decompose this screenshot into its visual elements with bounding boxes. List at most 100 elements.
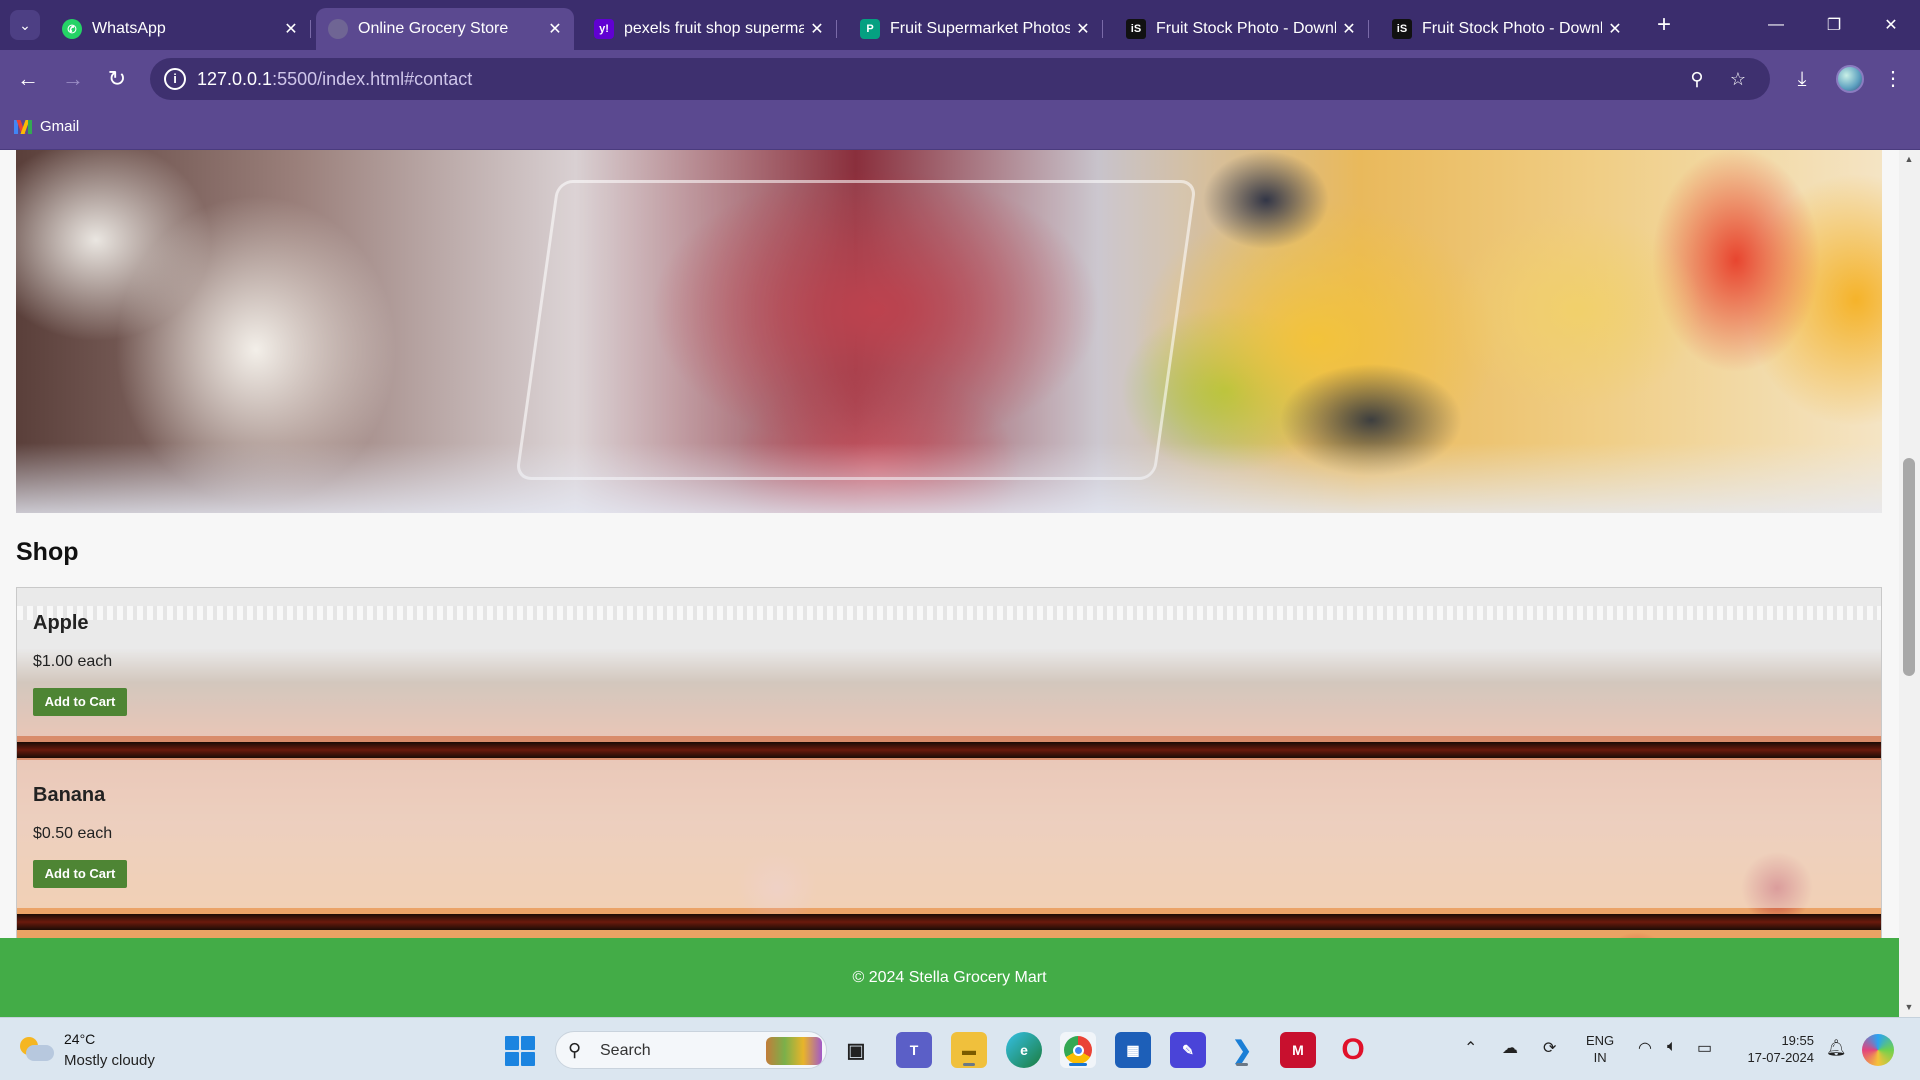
url-path: :5500/index.html#contact [272,69,473,89]
product-price: $0.50 each [33,825,113,842]
notification-bell-icon[interactable]: 🔔︎ [1826,1038,1846,1058]
tab-search-button[interactable]: ⌄ [10,10,40,40]
pexels-icon: P [860,19,880,39]
tab-title: Fruit Stock Photo - Downlo [1422,20,1602,37]
search-highlight-image [766,1037,822,1065]
close-icon: ✕ [1884,17,1898,34]
menu-icon[interactable]: ⋮ [1878,64,1908,94]
close-icon[interactable]: ✕ [1070,19,1096,39]
clock-time: 19:55 [1781,1033,1814,1048]
restore-icon: ❐ [1826,17,1842,34]
yahoo-icon: y! [594,19,614,39]
wifi-icon[interactable]: ◠ [1638,1038,1652,1058]
pen-app-icon[interactable]: ✎ [1170,1032,1206,1068]
region-code: IN [1593,1050,1607,1065]
bookmark-star-icon[interactable]: ☆ [1725,66,1751,92]
file-explorer-icon[interactable]: ▬ [951,1032,987,1068]
site-info-icon[interactable]: i [164,68,186,90]
istock-icon: iS [1392,19,1412,39]
tab-title: pexels fruit shop superma [624,20,804,37]
onedrive-icon[interactable]: ☁ [1502,1038,1518,1058]
weather-cloudy-icon[interactable] [20,1035,54,1063]
taskbar-search[interactable]: ⚲ Search [555,1031,827,1069]
add-to-cart-button[interactable]: Add to Cart [33,688,127,716]
tab-whatsapp[interactable]: ✆ WhatsApp ✕ [50,8,311,50]
tab-title: Fruit Supermarket Photos, I [890,20,1070,37]
url-text[interactable]: 127.0.0.1:5500/index.html#contact [197,69,472,90]
close-icon[interactable]: ✕ [804,19,830,39]
scroll-up-arrow-icon[interactable]: ▲ [1904,154,1914,164]
plus-icon: + [1656,11,1671,38]
add-to-cart-button[interactable]: Add to Cart [33,860,127,888]
minimize-button[interactable]: — [1747,0,1805,50]
zoom-icon[interactable]: ⚲ [1684,66,1710,92]
new-tab-button[interactable]: + [1650,10,1678,40]
chevron-up-icon[interactable]: ⌃ [1464,1038,1477,1058]
close-window-button[interactable]: ✕ [1862,0,1920,50]
page-footer: © 2024 Stella Grocery Mart [0,938,1899,1017]
clock[interactable]: 19:55 17-07-2024 [1718,1032,1815,1066]
scrollbar-thumb[interactable] [1903,458,1915,676]
microsoft-store-icon[interactable]: ▦ [1115,1032,1151,1068]
edge-icon[interactable]: e [1006,1032,1042,1068]
opera-icon[interactable]: O [1335,1032,1371,1068]
scroll-down-arrow-icon[interactable]: ▼ [1904,1002,1914,1012]
profile-avatar[interactable] [1836,65,1864,93]
istock-icon: iS [1126,19,1146,39]
chevron-down-icon: ⌄ [19,16,31,33]
chrome-icon[interactable] [1060,1032,1096,1068]
url-host: 127.0.0.1 [197,69,273,89]
language-code: ENG [1586,1033,1615,1048]
restore-button[interactable]: ❐ [1805,0,1863,50]
teams-icon[interactable]: T [896,1032,932,1068]
product-card-banana: Banana $0.50 each Add to Cart [17,760,1881,908]
tab-title: WhatsApp [92,20,166,37]
weather-condition[interactable]: Mostly cloudy [64,1052,155,1069]
bookmark-gmail[interactable]: Gmail [14,118,79,135]
reload-button[interactable]: ↻ [102,64,132,94]
start-button[interactable] [505,1036,535,1066]
task-view-icon[interactable]: ▣ [838,1032,874,1068]
reload-icon: ↻ [107,66,127,91]
battery-icon[interactable]: ▭ [1697,1038,1712,1058]
tab-fruit-stock-1[interactable]: iS Fruit Stock Photo - Downlo ✕ [1114,8,1369,50]
whatsapp-icon: ✆ [62,19,82,39]
bookmarks-bar: Gmail [0,108,1920,150]
tab-online-grocery-store[interactable]: Online Grocery Store ✕ [316,8,574,50]
arrow-right-icon: → [62,66,84,91]
minimize-icon: — [1768,16,1784,33]
vscode-icon[interactable]: ❯ [1224,1032,1260,1068]
product-name: Banana [33,784,106,806]
product-divider [17,742,1881,758]
product-divider [17,914,1881,930]
tab-pexels[interactable]: y! pexels fruit shop superma ✕ [582,8,837,50]
copilot-icon[interactable] [1862,1034,1894,1066]
page-scrollbar[interactable]: ▲ ▼ [1899,150,1920,1017]
tab-strip: ⌄ ✆ WhatsApp ✕ Online Grocery Store ✕ y!… [0,0,1920,50]
globe-icon [328,19,348,39]
close-icon[interactable]: ✕ [542,19,568,39]
shop-heading: Shop [16,538,79,566]
close-icon[interactable]: ✕ [1336,19,1362,39]
weather-temperature[interactable]: 24°C [64,1031,95,1047]
page-viewport: Shop Apple $1.00 each Add to Cart Banana… [0,150,1920,1017]
forward-button[interactable]: → [58,64,88,94]
back-button[interactable]: ← [13,64,43,94]
search-label: Search [600,1042,651,1059]
mcafee-icon[interactable]: M [1280,1032,1316,1068]
tab-title: Fruit Stock Photo - Downlo [1156,20,1336,37]
close-icon[interactable]: ✕ [278,19,304,39]
tab-fruit-supermarket[interactable]: P Fruit Supermarket Photos, I ✕ [848,8,1103,50]
gmail-icon [14,119,32,134]
sync-icon[interactable]: ⟳ [1543,1038,1556,1058]
browser-toolbar: ← → ↻ i 127.0.0.1:5500/index.html#contac… [0,50,1920,108]
language-indicator[interactable]: ENG IN [1586,1032,1614,1066]
volume-icon[interactable]: 🔈︎ [1667,1038,1677,1056]
address-bar[interactable]: i 127.0.0.1:5500/index.html#contact ⚲ ☆ [150,58,1770,100]
tab-fruit-stock-2[interactable]: iS Fruit Stock Photo - Downlo ✕ [1380,8,1634,50]
bookmark-label: Gmail [40,118,80,135]
taskbar: 24°C Mostly cloudy ⚲ Search ▣ T ▬ e ▦ ✎ … [0,1017,1920,1080]
arrow-left-icon: ← [17,66,39,91]
close-icon[interactable]: ✕ [1602,19,1628,39]
download-icon[interactable]: ⤓ [1787,64,1817,94]
